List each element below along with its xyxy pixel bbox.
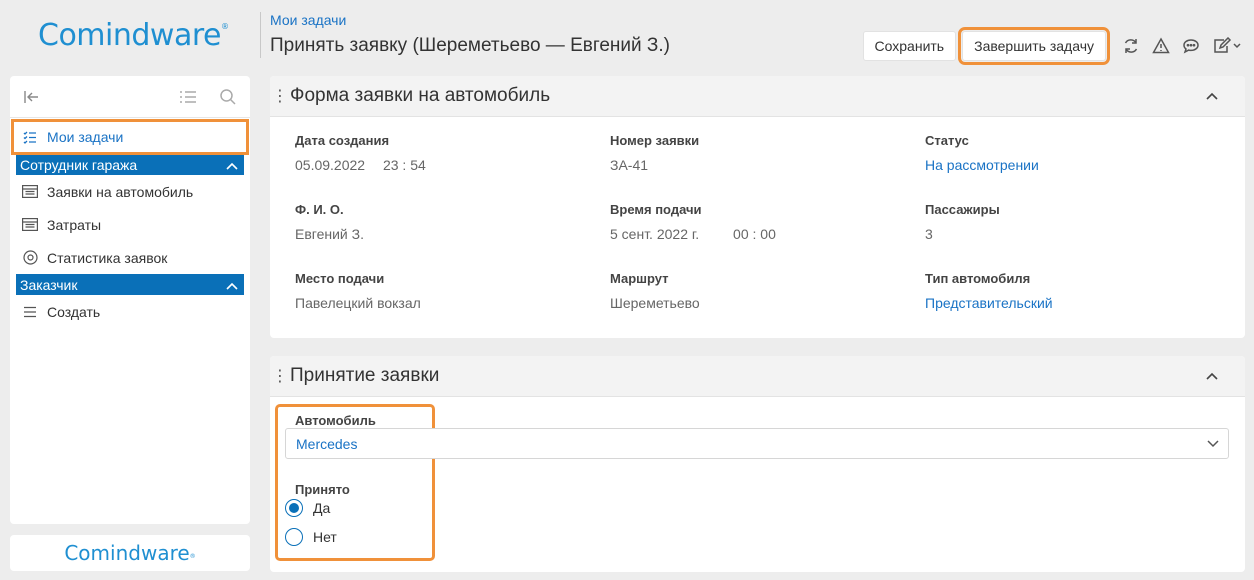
field-label: Статус: [925, 133, 969, 148]
field-accepted: Принято: [295, 482, 350, 497]
created-date: 05.09.2022: [295, 157, 366, 173]
nav-group-garage[interactable]: Сотрудник гаража: [16, 154, 244, 175]
field-fio: Ф. И. О. Евгений З.: [295, 202, 364, 242]
footer-logo-mark: ®: [189, 552, 196, 560]
created-time: 23 : 54: [382, 157, 426, 173]
nav-group-customer[interactable]: Заказчик: [16, 274, 244, 295]
complete-task-button[interactable]: Завершить задачу: [958, 27, 1110, 65]
field-value: Шереметьево: [610, 295, 700, 311]
pickup-time: 00 : 00: [733, 226, 776, 242]
sidebar-item-label: Мои задачи: [47, 129, 124, 145]
field-label: Принято: [295, 482, 350, 497]
radio-button[interactable]: [285, 499, 303, 517]
collapse-sidebar-icon[interactable]: [22, 87, 42, 107]
toolbar: Сохранить Завершить задачу: [862, 27, 1244, 65]
radio-no[interactable]: Нет: [285, 528, 337, 546]
field-value: 05.09.2022 23 : 54: [295, 157, 426, 173]
footer-logo: Comindware ®: [10, 535, 250, 571]
field-number: Номер заявки ЗА-41: [610, 133, 699, 173]
refresh-icon[interactable]: [1120, 35, 1142, 57]
sidebar-item-car-requests[interactable]: Заявки на автомобиль: [10, 175, 250, 208]
nav-group-label: Заказчик: [20, 276, 78, 293]
field-route: Маршрут Шереметьево: [610, 271, 700, 311]
list-icon[interactable]: [178, 87, 198, 107]
field-value: ЗА-41: [610, 157, 649, 173]
field-label: Дата создания: [295, 133, 390, 148]
sidebar-item-costs[interactable]: Затраты: [10, 208, 250, 241]
nav-group-label: Сотрудник гаража: [20, 156, 138, 173]
edit-menu-icon[interactable]: [1210, 35, 1244, 57]
save-button[interactable]: Сохранить: [862, 31, 957, 61]
chart-circle-icon: [22, 250, 38, 266]
car-select[interactable]: Mercedes: [285, 428, 1229, 459]
field-passengers: Пассажиры 3: [925, 202, 1000, 242]
car-select-value: Mercedes: [296, 435, 358, 452]
logo-mark: ®: [220, 22, 229, 31]
chevron-down-icon: [1198, 439, 1228, 448]
radio-label: Да: [313, 500, 331, 516]
field-value: 5 сент. 2022 г. 00 : 00: [610, 226, 776, 242]
request-form-panel: ⋮ Форма заявки на автомобиль Дата создан…: [270, 76, 1245, 338]
status-link[interactable]: На рассмотрении: [925, 157, 1039, 173]
sidebar-item-my-tasks[interactable]: Мои задачи: [11, 119, 249, 155]
field-label: Ф. И. О.: [295, 202, 344, 217]
panel-title: Принятие заявки: [290, 365, 440, 386]
radio-button[interactable]: [285, 528, 303, 546]
field-label: Номер заявки: [610, 133, 700, 148]
sidebar-item-label: Затраты: [47, 216, 102, 233]
field-car-type: Тип автомобиля Представительский: [925, 271, 1053, 311]
form-icon: [22, 304, 38, 320]
sidebar-item-statistics[interactable]: Статистика заявок: [10, 241, 250, 274]
table-icon: [22, 184, 38, 200]
collapse-panel-button[interactable]: [1199, 363, 1225, 389]
field-label: Тип автомобиля: [925, 271, 1031, 286]
field-label: Автомобиль: [295, 413, 376, 428]
drag-handle-icon[interactable]: ⋮: [272, 86, 288, 106]
panel-header: ⋮ Принятие заявки: [270, 356, 1245, 397]
panel-header: ⋮ Форма заявки на автомобиль: [270, 76, 1245, 117]
table-icon: [22, 217, 38, 233]
page-title: Принять заявку (Шереметьево — Евгений З.…: [270, 35, 671, 56]
radio-dot: [289, 503, 299, 513]
page-header: Мои задачи Принять заявку (Шереметьево —…: [260, 0, 1254, 75]
field-value: 3: [925, 226, 933, 242]
sidebar: Мои задачи Сотрудник гаража Заявки на ав…: [10, 76, 250, 524]
footer-logo-text: Comindware: [64, 541, 190, 565]
field-value: Павелецкий вокзал: [295, 295, 421, 311]
field-label: Время подачи: [610, 202, 702, 217]
radio-yes[interactable]: Да: [285, 499, 330, 517]
task-list-icon: [22, 129, 38, 145]
pickup-date: 5 сент. 2022 г.: [610, 226, 700, 242]
field-created: Дата создания 05.09.2022 23 : 54: [295, 133, 426, 173]
field-label: Маршрут: [610, 271, 669, 286]
search-icon[interactable]: [218, 87, 238, 107]
breadcrumb-my-tasks[interactable]: Мои задачи: [270, 12, 346, 28]
collapse-panel-button[interactable]: [1199, 83, 1225, 109]
warning-icon[interactable]: [1150, 35, 1172, 57]
field-car: Автомобиль: [295, 413, 376, 428]
header-divider: [260, 12, 261, 58]
logo-text: Comindware: [38, 18, 221, 53]
sidebar-item-label: Статистика заявок: [47, 249, 168, 266]
field-label: Пассажиры: [925, 202, 1000, 217]
chevron-up-icon: [226, 277, 238, 293]
sidebar-item-label: Создать: [47, 303, 101, 320]
chevron-up-icon: [226, 157, 238, 173]
field-value: Евгений З.: [295, 226, 364, 242]
field-pickup-time: Время подачи 5 сент. 2022 г. 00 : 00: [610, 202, 776, 242]
field-place: Место подачи Павелецкий вокзал: [295, 271, 421, 311]
radio-label: Нет: [313, 529, 337, 545]
sidebar-toolbar: [10, 76, 250, 118]
field-status: Статус На рассмотрении: [925, 133, 1039, 173]
sidebar-item-label: Заявки на автомобиль: [47, 183, 194, 200]
field-label: Место подачи: [295, 271, 385, 286]
app-logo[interactable]: Comindware®: [38, 18, 229, 53]
drag-handle-icon[interactable]: ⋮: [272, 366, 288, 386]
car-type-link[interactable]: Представительский: [925, 295, 1053, 311]
sidebar-item-create[interactable]: Создать: [10, 295, 250, 328]
accept-request-panel: ⋮ Принятие заявки Автомобиль Mercedes Пр…: [270, 356, 1245, 572]
comment-icon[interactable]: [1180, 35, 1202, 57]
panel-title: Форма заявки на автомобиль: [290, 85, 551, 106]
